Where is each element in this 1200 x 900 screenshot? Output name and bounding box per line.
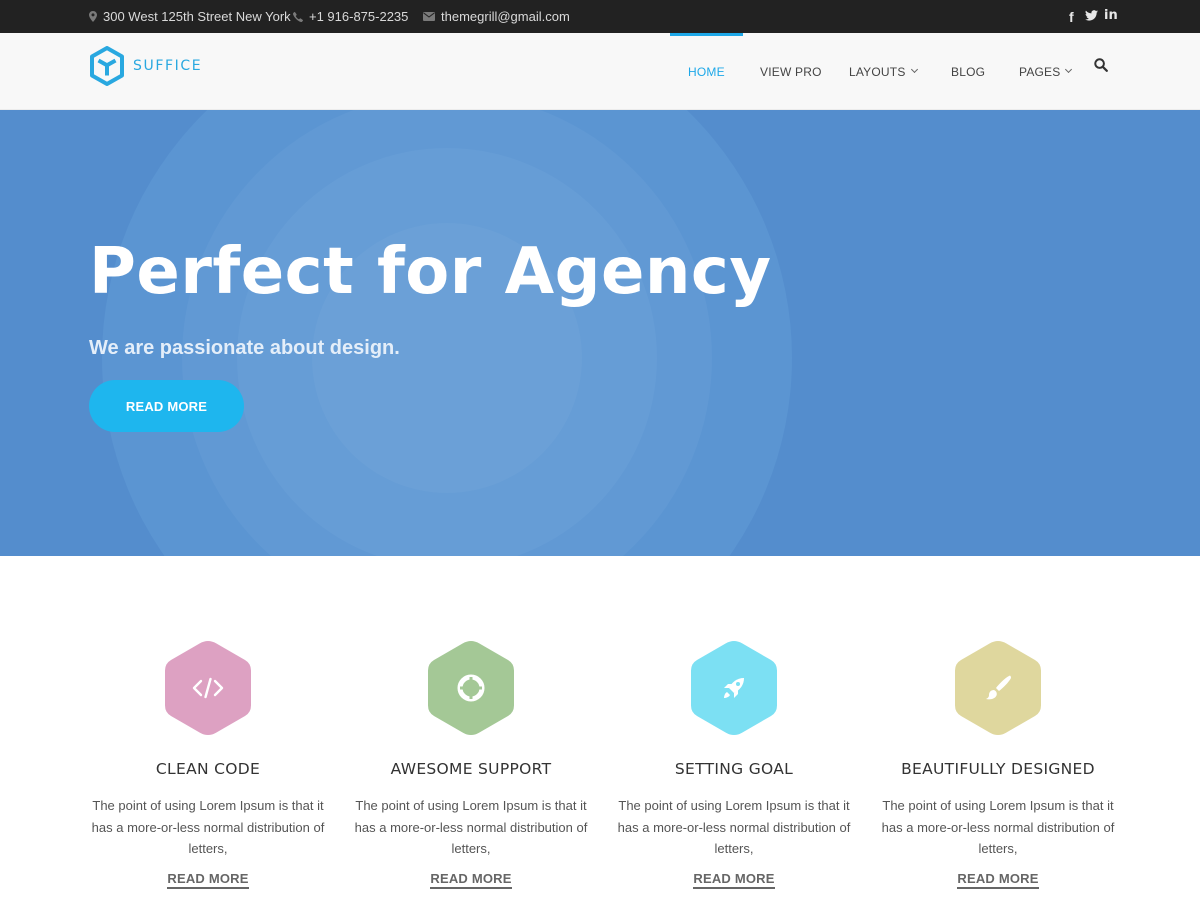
paint-brush-icon bbox=[978, 668, 1018, 708]
map-marker-icon bbox=[89, 11, 97, 22]
nav-layouts[interactable]: LAYOUTS bbox=[849, 33, 918, 110]
rocket-icon bbox=[714, 668, 754, 708]
twitter-icon[interactable] bbox=[1085, 9, 1099, 24]
email-info[interactable]: themegrill@gmail.com bbox=[423, 0, 570, 33]
linkedin-icon[interactable]: in bbox=[1104, 8, 1118, 23]
feature-hexagon bbox=[689, 638, 779, 738]
feature-read-more-link[interactable]: READ MORE bbox=[167, 871, 249, 889]
address-text: 300 West 125th Street New York bbox=[103, 9, 291, 24]
feature-text: The point of using Lorem Ipsum is that i… bbox=[617, 798, 851, 856]
feature-text: The point of using Lorem Ipsum is that i… bbox=[91, 798, 325, 856]
phone-info[interactable]: +1 916-875-2235 bbox=[293, 0, 408, 33]
search-icon bbox=[1094, 58, 1108, 72]
feature-title: CLEAN CODE bbox=[155, 760, 261, 778]
feature-hexagon bbox=[163, 638, 253, 738]
nav-blog[interactable]: BLOG bbox=[951, 33, 985, 110]
feature-hexagon bbox=[953, 638, 1043, 738]
nav-pages-label: PAGES bbox=[1019, 64, 1061, 79]
nav-pages[interactable]: PAGES bbox=[1019, 33, 1073, 110]
nav-home[interactable]: HOME bbox=[670, 33, 743, 110]
chevron-down-icon bbox=[1065, 65, 1073, 74]
address-info: 300 West 125th Street New York bbox=[89, 0, 291, 33]
logo-text: SUFFICE bbox=[133, 58, 203, 74]
feature-title: BEAUTIFULLY DESIGNED bbox=[901, 760, 1095, 778]
hero-subtitle: We are passionate about design. bbox=[89, 337, 400, 359]
hero-banner: Perfect for Agency We are passionate abo… bbox=[0, 110, 1200, 556]
feature-read-more-link[interactable]: READ MORE bbox=[957, 871, 1039, 889]
hero-title: Perfect for Agency bbox=[89, 235, 772, 309]
feature-card-clean-code: CLEAN CODE The point of using Lorem Ipsu… bbox=[88, 638, 328, 889]
feature-read-more-link[interactable]: READ MORE bbox=[430, 871, 512, 889]
phone-text: +1 916-875-2235 bbox=[309, 9, 409, 24]
life-ring-icon bbox=[451, 668, 491, 708]
cube-logo-icon bbox=[90, 46, 124, 86]
feature-hexagon bbox=[426, 638, 516, 738]
chevron-down-icon bbox=[910, 65, 918, 74]
top-bar: 300 West 125th Street New York +1 916-87… bbox=[0, 0, 1200, 33]
feature-text: The point of using Lorem Ipsum is that i… bbox=[881, 798, 1115, 856]
nav-layouts-label: LAYOUTS bbox=[849, 64, 906, 79]
envelope-icon bbox=[423, 12, 435, 21]
feature-card-awesome-support: AWESOME SUPPORT The point of using Lorem… bbox=[351, 638, 591, 889]
facebook-icon[interactable]: f bbox=[1069, 9, 1079, 25]
feature-card-beautifully-designed: BEAUTIFULLY DESIGNED The point of using … bbox=[878, 638, 1118, 889]
code-icon bbox=[188, 668, 228, 708]
feature-title: AWESOME SUPPORT bbox=[390, 760, 552, 778]
feature-card-setting-goal: SETTING GOAL The point of using Lorem Ip… bbox=[614, 638, 854, 889]
nav-view-pro[interactable]: VIEW PRO bbox=[760, 33, 822, 110]
feature-text: The point of using Lorem Ipsum is that i… bbox=[354, 798, 588, 856]
feature-title: SETTING GOAL bbox=[674, 760, 794, 778]
site-logo[interactable]: SUFFICE bbox=[89, 46, 202, 86]
feature-read-more-link[interactable]: READ MORE bbox=[693, 871, 775, 889]
email-text: themegrill@gmail.com bbox=[441, 9, 570, 24]
phone-icon bbox=[293, 11, 303, 22]
site-header: SUFFICE HOME VIEW PRO LAYOUTS BLOG PAGES bbox=[0, 33, 1200, 110]
search-button[interactable] bbox=[1094, 58, 1110, 74]
hero-read-more-button[interactable]: READ MORE bbox=[89, 380, 244, 432]
